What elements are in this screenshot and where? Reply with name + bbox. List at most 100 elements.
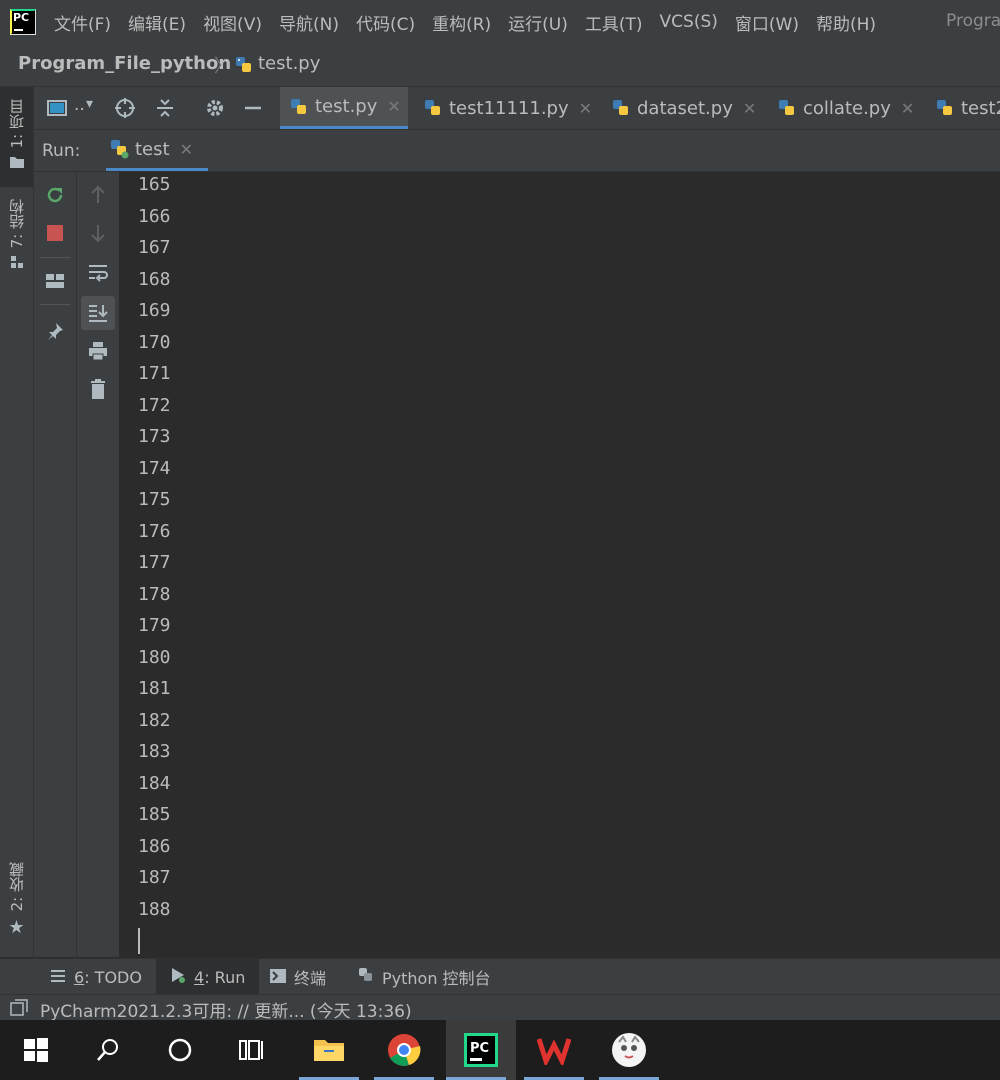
close-icon[interactable]: ✕ bbox=[579, 99, 592, 118]
arrow-up-icon[interactable] bbox=[85, 182, 111, 208]
console-line: 175 bbox=[138, 489, 171, 510]
bottom-tool-tabs: 6: TODO 4: Run 终端 Python 控制台 bbox=[0, 958, 1000, 995]
console-line: 183 bbox=[138, 741, 171, 762]
cortana-icon[interactable] bbox=[150, 1020, 210, 1080]
run-tab-test[interactable]: test ✕ bbox=[106, 130, 208, 171]
tab-test-py[interactable]: test.py ✕ bbox=[280, 87, 408, 129]
arrow-down-icon[interactable] bbox=[85, 220, 111, 246]
app-avatar-icon[interactable] bbox=[599, 1020, 659, 1080]
pycharm-logo-icon: PC bbox=[10, 9, 36, 35]
console-line: 172 bbox=[138, 395, 171, 416]
status-toggle-icon[interactable] bbox=[10, 999, 28, 1022]
task-view-icon[interactable] bbox=[222, 1020, 282, 1080]
close-icon[interactable]: ✕ bbox=[901, 99, 914, 118]
tool-tab-todo[interactable]: 6: TODO bbox=[36, 959, 156, 995]
os-taskbar: PC bbox=[0, 1020, 1000, 1080]
target-icon[interactable] bbox=[114, 97, 136, 119]
menu-vcs[interactable]: VCS(S) bbox=[660, 12, 718, 32]
menu-file[interactable]: 文件(F) bbox=[54, 10, 111, 35]
python-file-icon bbox=[778, 98, 796, 118]
tool-tab-favorites-label: 2: 收藏 bbox=[8, 862, 26, 912]
menu-edit[interactable]: 编辑(E) bbox=[128, 10, 186, 35]
toolbar-divider bbox=[40, 257, 70, 258]
file-explorer-icon[interactable] bbox=[299, 1020, 359, 1080]
menu-help[interactable]: 帮助(H) bbox=[816, 10, 876, 35]
run-header: Run: test ✕ bbox=[34, 130, 1000, 172]
tool-tab-project[interactable]: 1: 项目 bbox=[0, 87, 33, 187]
pycharm-taskbar-icon[interactable]: PC bbox=[446, 1020, 516, 1080]
close-icon[interactable]: ✕ bbox=[743, 99, 756, 118]
trash-icon[interactable] bbox=[85, 376, 111, 402]
console-line: 167 bbox=[138, 237, 171, 258]
folder-icon bbox=[9, 154, 25, 174]
left-tool-strip: 1: 项目 7: 结构 2: 收藏 ★ bbox=[0, 87, 34, 957]
python-file-icon bbox=[936, 98, 954, 118]
breadcrumb-project[interactable]: Program_File_python bbox=[18, 53, 231, 74]
tool-tab-project-label: 1: 项目 bbox=[8, 99, 26, 149]
toolbar-divider bbox=[40, 304, 70, 305]
console-line: 168 bbox=[138, 269, 171, 290]
list-icon bbox=[50, 968, 66, 987]
console-output[interactable]: 165 166 167 168 169 170 171 172 173 174 … bbox=[120, 172, 1000, 957]
tab-dataset-py[interactable]: dataset.py ✕ bbox=[602, 87, 764, 129]
stop-icon[interactable] bbox=[42, 220, 68, 246]
tab-test11111-py[interactable]: test11111.py ✕ bbox=[414, 87, 596, 129]
menu-code[interactable]: 代码(C) bbox=[356, 10, 415, 35]
scroll-to-end-icon[interactable] bbox=[81, 296, 115, 330]
tab-collate-py[interactable]: collate.py ✕ bbox=[768, 87, 926, 129]
collapse-icon[interactable] bbox=[154, 97, 176, 119]
terminal-icon bbox=[270, 968, 286, 987]
menu-tools[interactable]: 工具(T) bbox=[585, 10, 643, 35]
rerun-icon[interactable] bbox=[42, 182, 68, 208]
console-line: 176 bbox=[138, 521, 171, 542]
wps-icon[interactable] bbox=[524, 1020, 584, 1080]
tool-tab-favorites[interactable]: 2: 收藏 ★ bbox=[0, 862, 33, 947]
status-bar: PyCharm2021.2.3可用: // 更新... (今天 13:36) bbox=[0, 994, 1000, 1022]
console-line: 188 bbox=[138, 899, 171, 920]
close-icon[interactable]: ✕ bbox=[180, 140, 193, 159]
console-line: 185 bbox=[138, 804, 171, 825]
layout-icon[interactable] bbox=[42, 268, 68, 294]
tab-test2[interactable]: test2 bbox=[926, 87, 1000, 129]
view-mode-icon[interactable] bbox=[46, 97, 68, 119]
menu-view[interactable]: 视图(V) bbox=[203, 10, 262, 35]
tool-tab-python-console[interactable]: Python 控制台 bbox=[344, 959, 505, 995]
console-line: 184 bbox=[138, 773, 171, 794]
chrome-icon[interactable] bbox=[374, 1020, 434, 1080]
console-line: 179 bbox=[138, 615, 171, 636]
menu-bar: PC 文件(F) 编辑(E) 视图(V) 导航(N) 代码(C) 重构(R) 运… bbox=[0, 0, 1000, 44]
console-line: 166 bbox=[138, 206, 171, 227]
run-label: Run: bbox=[42, 141, 81, 161]
gear-icon[interactable] bbox=[204, 97, 226, 119]
console-line: 180 bbox=[138, 647, 171, 668]
python-console-label: Python 控制台 bbox=[382, 969, 491, 988]
chevron-down-icon[interactable]: ▾ bbox=[86, 96, 93, 112]
print-icon[interactable] bbox=[85, 338, 111, 364]
run-toolbar-secondary bbox=[77, 172, 120, 957]
tool-tab-run[interactable]: 4: Run bbox=[156, 959, 260, 995]
menu-navigate[interactable]: 导航(N) bbox=[279, 10, 339, 35]
minimize-icon[interactable] bbox=[242, 97, 264, 119]
soft-wrap-icon[interactable] bbox=[85, 260, 111, 286]
windows-start-icon[interactable] bbox=[6, 1020, 66, 1080]
search-icon[interactable] bbox=[78, 1020, 138, 1080]
tab-label: dataset.py bbox=[637, 97, 733, 119]
breadcrumb: Program_File_python 〉 test.py bbox=[0, 44, 1000, 87]
menu-window[interactable]: 窗口(W) bbox=[735, 10, 799, 35]
view-mode-label[interactable]: .. bbox=[74, 95, 85, 115]
terminal-label: 终端 bbox=[294, 969, 327, 988]
menu-run[interactable]: 运行(U) bbox=[508, 10, 568, 35]
console-line: 178 bbox=[138, 584, 171, 605]
todo-label: : TODO bbox=[84, 967, 142, 987]
python-file-icon bbox=[424, 98, 442, 118]
console-line: 177 bbox=[138, 552, 171, 573]
star-icon: ★ bbox=[8, 917, 25, 939]
status-message[interactable]: PyCharm2021.2.3可用: // 更新... (今天 13:36) bbox=[40, 997, 412, 1022]
close-icon[interactable]: ✕ bbox=[387, 97, 400, 116]
tool-tab-structure[interactable]: 7: 结构 bbox=[0, 199, 33, 279]
menu-refactor[interactable]: 重构(R) bbox=[432, 10, 491, 35]
breadcrumb-file[interactable]: test.py bbox=[258, 53, 320, 74]
run-toolbar-primary bbox=[34, 172, 77, 957]
pin-icon[interactable] bbox=[42, 318, 68, 344]
tool-tab-terminal[interactable]: 终端 bbox=[256, 959, 340, 995]
